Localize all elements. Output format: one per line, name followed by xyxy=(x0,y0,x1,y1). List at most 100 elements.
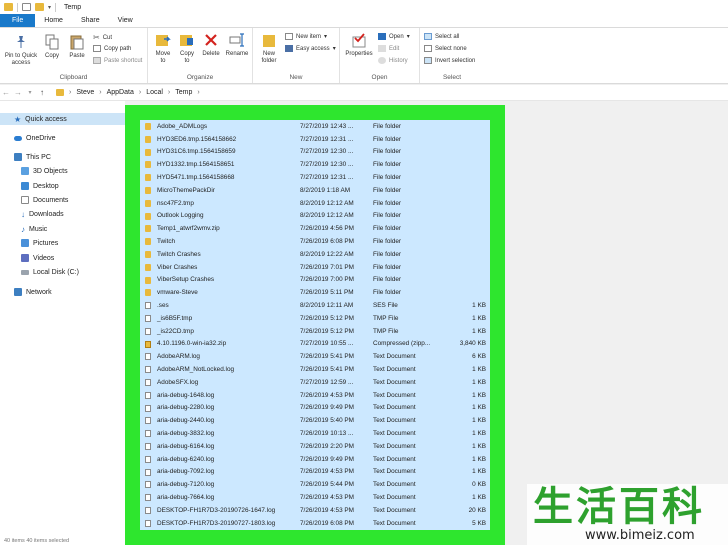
breadcrumb-temp[interactable]: Temp xyxy=(175,89,192,96)
file-row[interactable]: HYD31C6.tmp.1564158659 7/27/2019 12:30 ..… xyxy=(140,146,490,159)
breadcrumb-local[interactable]: Local xyxy=(146,89,163,96)
file-type: File folder xyxy=(373,225,402,233)
documents-icon xyxy=(21,196,29,204)
nav-pictures[interactable]: Pictures xyxy=(21,237,58,249)
file-row[interactable]: aria-debug-6240.log 7/26/2019 9:49 PM Text… xyxy=(140,453,490,466)
new-item-button[interactable]: New item ▾ xyxy=(285,33,327,40)
document-icon xyxy=(145,302,151,310)
nav-3d-objects[interactable]: 3D Objects xyxy=(21,165,68,177)
pin-to-quick-access-button[interactable]: Pin to Quick access xyxy=(3,34,39,67)
quick-access-dropdown-icon[interactable]: ▾ xyxy=(48,4,51,11)
nav-downloads[interactable]: ↓ Downloads xyxy=(21,208,64,220)
history-button[interactable]: History xyxy=(378,57,408,64)
file-type: Compressed (zipp... xyxy=(373,340,431,348)
file-row[interactable]: AdobeSFX.log 7/27/2019 12:59 ... Text Docu… xyxy=(140,376,490,389)
back-arrow-icon[interactable]: ← xyxy=(0,88,12,97)
select-none-button[interactable]: Select none xyxy=(424,45,467,52)
new-folder-icon[interactable] xyxy=(35,3,44,11)
file-row[interactable]: HYD3ED6.tmp.1564158662 7/27/2019 12:31 ..… xyxy=(140,133,490,146)
tab-view[interactable]: View xyxy=(109,14,142,27)
file-date: 7/26/2019 5:40 PM xyxy=(300,417,355,425)
file-row[interactable]: aria-debug-7092.log 7/26/2019 4:53 PM Text… xyxy=(140,466,490,479)
breadcrumb-appdata[interactable]: AppData xyxy=(107,89,134,96)
edit-button[interactable]: Edit xyxy=(378,45,399,52)
file-name: .ses xyxy=(157,302,169,310)
cut-button[interactable]: ✂ Cut xyxy=(93,33,112,42)
nav-music-label: Music xyxy=(29,225,48,233)
properties-button[interactable]: Properties xyxy=(343,32,375,58)
clipboard-group-label: Clipboard xyxy=(59,74,88,81)
copy-path-button[interactable]: Copy path xyxy=(93,45,131,52)
file-row[interactable]: _is22CD.tmp 7/26/2019 5:12 PM TMP File 1 KB xyxy=(140,325,490,338)
file-row[interactable]: MicroThemePackDir 8/2/2019 1:18 AM File fo… xyxy=(140,184,490,197)
copy-to-button[interactable]: Copy to xyxy=(176,32,198,65)
tab-home[interactable]: Home xyxy=(35,14,72,27)
easy-access-button[interactable]: Easy access ▾ xyxy=(285,45,336,52)
paste-shortcut-button[interactable]: Paste shortcut xyxy=(93,57,142,64)
file-row[interactable]: aria-debug-2440.log 7/26/2019 5:40 PM Text… xyxy=(140,414,490,427)
file-row[interactable]: 4.10.1196.0-win-ia32.zip 7/27/2019 10:55 … xyxy=(140,338,490,351)
document-icon xyxy=(145,519,151,527)
up-arrow-icon[interactable]: ↑ xyxy=(36,88,48,97)
nav-this-pc[interactable]: This PC xyxy=(14,151,51,163)
file-row[interactable]: vmware-Steve 7/26/2019 5:11 PM File folder xyxy=(140,286,490,299)
invert-selection-button[interactable]: Invert selection xyxy=(424,57,475,64)
file-row[interactable]: Twitch Crashes 8/2/2019 12:22 AM File fold… xyxy=(140,248,490,261)
tab-share[interactable]: Share xyxy=(72,14,109,27)
document-icon xyxy=(145,442,151,450)
file-row[interactable]: aria-debug-3832.log 7/26/2019 10:13 ... Te… xyxy=(140,427,490,440)
ribbon: Pin to Quick access Copy Paste ✂ Cut Cop… xyxy=(0,28,728,84)
copy-button[interactable]: Copy xyxy=(40,34,64,60)
nav-quick-access[interactable]: ★ Quick access xyxy=(0,113,125,125)
move-to-button[interactable]: Move to xyxy=(152,32,174,65)
open-group: Properties Open ▾ Edit History Open xyxy=(340,28,420,83)
file-row[interactable]: aria-debug-6164.log 7/26/2019 2:20 PM Text… xyxy=(140,440,490,453)
nav-onedrive[interactable]: OneDrive xyxy=(14,132,56,144)
file-row[interactable]: aria-debug-7120.log 7/26/2019 5:44 PM Text… xyxy=(140,478,490,491)
file-row[interactable]: aria-debug-1648.log 7/26/2019 4:53 PM Text… xyxy=(140,389,490,402)
file-row[interactable]: aria-debug-2280.log 7/26/2019 9:49 PM Text… xyxy=(140,402,490,415)
select-all-button[interactable]: Select all xyxy=(424,33,459,40)
copy-icon xyxy=(44,34,60,50)
file-row[interactable]: AdobeARM_NotLocked.log 7/26/2019 5:41 PM T… xyxy=(140,363,490,376)
file-row[interactable]: nsc47F2.tmp 8/2/2019 12:12 AM File folder xyxy=(140,197,490,210)
watermark-char: 百 xyxy=(619,483,659,530)
folder-icon xyxy=(145,161,151,169)
file-row[interactable]: .ses 8/2/2019 12:11 AM SES File 1 KB xyxy=(140,299,490,312)
file-row[interactable]: HYD1332.tmp.1564158651 7/27/2019 12:30 ..… xyxy=(140,158,490,171)
paste-icon xyxy=(69,34,85,50)
file-row[interactable]: Viber Crashes 7/26/2019 7:01 PM File folde… xyxy=(140,261,490,274)
breadcrumb[interactable]: › Steve › AppData › Local › Temp › xyxy=(56,89,200,96)
file-row[interactable]: ViberSetup Crashes 7/26/2019 7:00 PM File … xyxy=(140,274,490,287)
forward-arrow-icon[interactable]: → xyxy=(12,88,24,97)
file-row[interactable]: Temp1_atwrf2wmv.zip 7/26/2019 4:56 PM File… xyxy=(140,222,490,235)
file-row[interactable]: aria-debug-7664.log 7/26/2019 4:53 PM Text… xyxy=(140,491,490,504)
file-row[interactable]: HYD5471.tmp.1564158668 7/27/2019 12:31 ..… xyxy=(140,171,490,184)
paste-button[interactable]: Paste xyxy=(65,34,89,60)
recent-locations-icon[interactable]: ▾ xyxy=(24,89,36,96)
nav-network[interactable]: Network xyxy=(14,286,52,298)
file-row[interactable]: Adobe_ADMLogs 7/27/2019 12:43 ... File fol… xyxy=(140,120,490,133)
file-row[interactable]: _is6B5F.tmp 7/26/2019 5:12 PM TMP File 1 KB xyxy=(140,312,490,325)
nav-videos[interactable]: Videos xyxy=(21,252,54,264)
rename-button[interactable]: Rename xyxy=(224,32,250,58)
file-row[interactable]: Outlook Logging 8/2/2019 12:12 AM File fol… xyxy=(140,210,490,223)
separator xyxy=(17,2,18,12)
file-name: nsc47F2.tmp xyxy=(157,199,194,207)
nav-local-disk[interactable]: Local Disk (C:) xyxy=(21,266,79,278)
folder-icon xyxy=(145,212,151,220)
new-folder-button[interactable]: New folder xyxy=(257,32,281,65)
nav-music[interactable]: ♪ Music xyxy=(21,223,47,235)
properties-check-icon[interactable] xyxy=(22,3,31,11)
file-row[interactable]: Twitch 7/26/2019 6:08 PM File folder xyxy=(140,235,490,248)
tab-file[interactable]: File xyxy=(0,14,36,27)
open-button[interactable]: Open ▾ xyxy=(378,33,410,40)
file-date: 7/26/2019 6:08 PM xyxy=(300,519,355,527)
file-row[interactable]: DESKTOP-FH1R7D3-20190726-1647.log 7/26/20… xyxy=(140,504,490,517)
delete-button[interactable]: Delete xyxy=(200,32,222,58)
file-row[interactable]: AdobeARM.log 7/26/2019 5:41 PM Text Docume… xyxy=(140,350,490,363)
breadcrumb-steve[interactable]: Steve xyxy=(76,89,94,96)
nav-desktop[interactable]: Desktop xyxy=(21,180,59,192)
file-row[interactable]: DESKTOP-FH1R7D3-20190727-1803.log 7/26/20… xyxy=(140,517,490,530)
nav-documents[interactable]: Documents xyxy=(21,194,68,206)
